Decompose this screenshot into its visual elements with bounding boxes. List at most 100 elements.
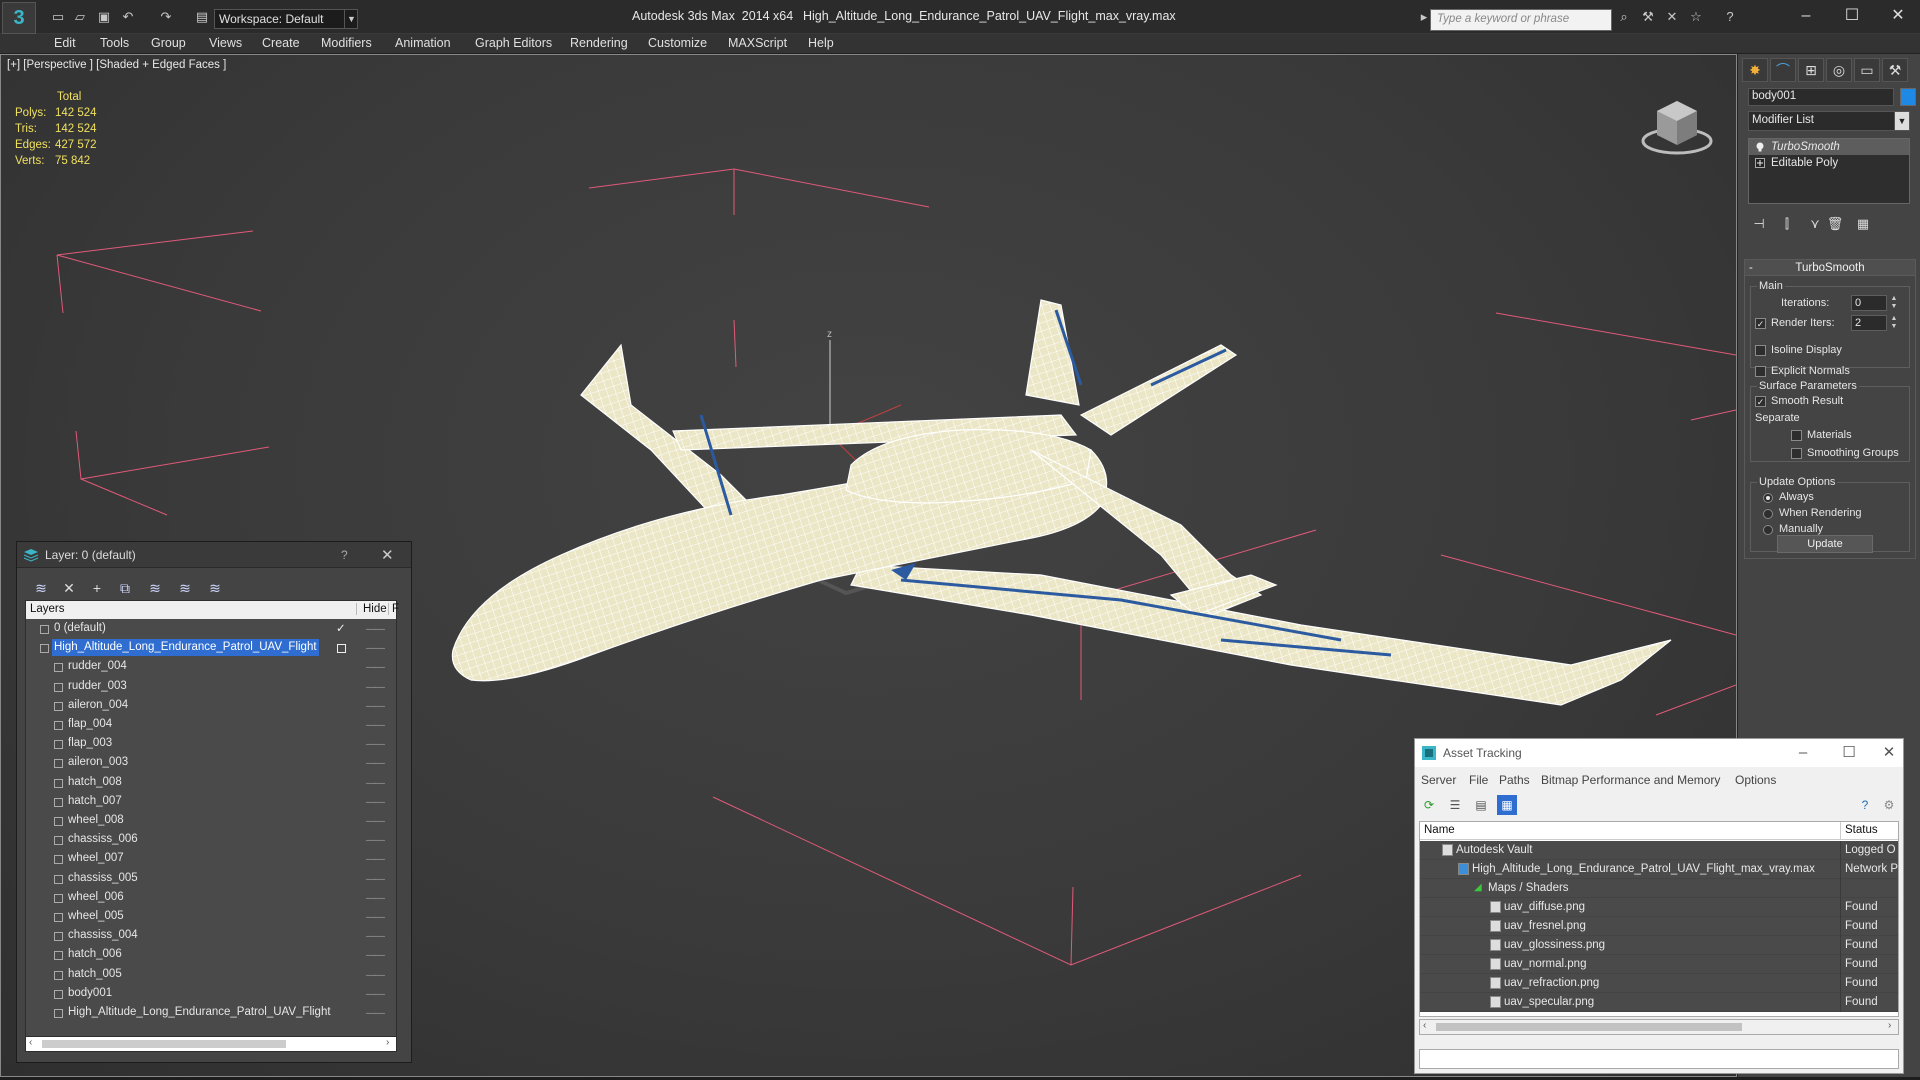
configure-modifier-sets-icon[interactable]: ▦ xyxy=(1852,214,1874,234)
layer-row[interactable]: flap_003 —— xyxy=(26,735,396,754)
help-icon[interactable]: ? xyxy=(341,548,348,562)
menu-views[interactable]: Views xyxy=(209,36,242,50)
hide-toggle-icon[interactable]: —— xyxy=(366,889,385,908)
horizontal-scrollbar[interactable]: ‹ › xyxy=(25,1036,397,1052)
menu-animation[interactable]: Animation xyxy=(395,36,451,50)
hide-toggle-icon[interactable]: —— xyxy=(366,754,385,773)
remove-modifier-icon[interactable]: 🗑 xyxy=(1824,214,1846,234)
at-menu-bitmap-performance[interactable]: Bitmap Performance and Memory xyxy=(1541,773,1720,787)
hide-toggle-icon[interactable]: —— xyxy=(366,831,385,850)
asset-row[interactable]: uav_fresnel.png Found xyxy=(1420,917,1898,936)
menu-graph-editors[interactable]: Graph Editors xyxy=(475,36,552,50)
asset-row[interactable]: uav_diffuse.png Found xyxy=(1420,898,1898,917)
layer-row[interactable]: hatch_008 —— xyxy=(26,774,396,793)
always-radio[interactable] xyxy=(1763,493,1773,503)
freeze-all-layers-icon[interactable]: ≋ xyxy=(205,578,225,598)
viewport-label[interactable]: [+] [Perspective ] [Shaded + Edged Faces… xyxy=(7,59,226,71)
layer-row[interactable]: wheel_005 —— xyxy=(26,908,396,927)
render-iters-spinner[interactable]: 2 xyxy=(1851,315,1887,331)
layer-row[interactable]: chassiss_004 —— xyxy=(26,927,396,946)
at-menu-options[interactable]: Options xyxy=(1735,773,1776,787)
menu-rendering[interactable]: Rendering xyxy=(570,36,628,50)
close-icon[interactable]: ✕ xyxy=(381,546,394,564)
stack-item-turbosmooth[interactable]: TurboSmooth xyxy=(1749,139,1909,155)
menu-help[interactable]: Help xyxy=(808,36,834,50)
hide-toggle-icon[interactable]: —— xyxy=(366,985,385,1004)
col-name[interactable]: Name xyxy=(1424,824,1455,836)
help-icon[interactable]: ? xyxy=(1855,795,1875,815)
utilities-tab-icon[interactable]: ⚒ xyxy=(1882,58,1908,82)
hide-toggle-icon[interactable]: —— xyxy=(366,678,385,697)
maximize-button[interactable]: ☐ xyxy=(1835,743,1863,763)
layer-row[interactable]: hatch_005 —— xyxy=(26,966,396,985)
hide-toggle-icon[interactable]: —— xyxy=(366,966,385,985)
layer-row[interactable]: rudder_004 —— xyxy=(26,658,396,677)
search-input[interactable]: Type a keyword or phrase xyxy=(1430,9,1612,31)
layer-row[interactable]: body001 —— xyxy=(26,985,396,1004)
asset-row[interactable]: uav_glossiness.png Found xyxy=(1420,936,1898,955)
new-file-icon[interactable]: ▭ xyxy=(50,9,66,25)
asset-row[interactable]: High_Altitude_Long_Endurance_Patrol_UAV_… xyxy=(1420,860,1898,879)
chevron-down-icon[interactable]: ▼ xyxy=(344,9,358,29)
object-name-field[interactable]: body001 xyxy=(1748,88,1894,106)
current-layer-check-icon[interactable]: ✓ xyxy=(336,620,346,639)
modify-tab-icon[interactable]: ⌒ xyxy=(1770,58,1796,82)
workspace-dropdown[interactable]: Workspace: Default xyxy=(214,9,358,29)
add-to-layer-icon[interactable]: + xyxy=(87,578,107,598)
asset-row[interactable]: uav_refraction.png Found xyxy=(1420,974,1898,993)
hide-toggle-icon[interactable]: —— xyxy=(366,927,385,946)
menu-tools[interactable]: Tools xyxy=(100,36,129,50)
hide-toggle-icon[interactable]: —— xyxy=(366,793,385,812)
minimize-button[interactable]: – xyxy=(1786,4,1826,28)
close-button[interactable]: ✕ xyxy=(1878,4,1918,28)
scroll-thumb[interactable] xyxy=(1436,1023,1742,1031)
smooth-result-checkbox[interactable]: ✓ xyxy=(1755,396,1766,407)
motion-tab-icon[interactable]: ◎ xyxy=(1826,58,1852,82)
layer-row[interactable]: flap_004 —— xyxy=(26,716,396,735)
menu-edit[interactable]: Edit xyxy=(54,36,76,50)
scroll-thumb[interactable] xyxy=(42,1040,286,1048)
pin-stack-icon[interactable]: ⊣ xyxy=(1748,214,1770,234)
show-end-result-icon[interactable]: ⫿ xyxy=(1776,214,1798,234)
hide-toggle-icon[interactable]: —— xyxy=(366,639,385,658)
col-freeze[interactable]: F xyxy=(388,603,399,615)
hide-toggle-icon[interactable]: —— xyxy=(366,870,385,889)
hide-toggle-icon[interactable]: —— xyxy=(366,908,385,927)
iterations-spinner[interactable]: 0 xyxy=(1851,295,1887,311)
rollout-header[interactable]: - TurboSmooth xyxy=(1745,260,1915,276)
scroll-left-icon[interactable]: ‹ xyxy=(1423,1020,1426,1031)
table-view-icon[interactable]: ▦ xyxy=(1497,795,1517,815)
layer-row[interactable]: 0 (default) ✓ —— xyxy=(26,620,396,639)
menu-modifiers[interactable]: Modifiers xyxy=(321,36,372,50)
delete-layer-icon[interactable]: ✕ xyxy=(59,578,79,598)
hide-toggle-icon[interactable]: —— xyxy=(366,850,385,869)
expand-plus-icon[interactable] xyxy=(1755,158,1765,168)
modifier-list-dropdown[interactable]: Modifier List xyxy=(1748,111,1910,131)
hide-toggle-icon[interactable]: —— xyxy=(366,812,385,831)
save-file-icon[interactable]: ▣ xyxy=(96,9,112,25)
open-file-icon[interactable]: ▱ xyxy=(72,9,88,25)
at-menu-server[interactable]: Server xyxy=(1421,773,1456,787)
binoculars-icon[interactable]: ⌕ xyxy=(1616,9,1632,25)
help-icon[interactable]: ? xyxy=(1722,9,1738,25)
layer-row[interactable]: rudder_003 —— xyxy=(26,678,396,697)
hide-toggle-icon[interactable]: —— xyxy=(366,620,385,639)
at-menu-file[interactable]: File xyxy=(1469,773,1488,787)
menu-group[interactable]: Group xyxy=(151,36,186,50)
asset-row[interactable]: uav_specular.png Found xyxy=(1420,993,1898,1012)
layer-row[interactable]: chassiss_005 —— xyxy=(26,870,396,889)
minimize-button[interactable]: – xyxy=(1789,743,1817,763)
layer-row[interactable]: chassiss_006 —— xyxy=(26,831,396,850)
col-status[interactable]: Status xyxy=(1840,822,1882,840)
layer-row[interactable]: wheel_007 —— xyxy=(26,850,396,869)
asset-row[interactable]: ◢ Maps / Shaders xyxy=(1420,879,1898,898)
layer-row[interactable]: hatch_007 —— xyxy=(26,793,396,812)
col-layers[interactable]: Layers xyxy=(30,603,65,615)
redo-icon[interactable]: ↷ xyxy=(158,9,174,25)
asset-tracking-title-bar[interactable]: Asset Tracking – ☐ ✕ xyxy=(1415,739,1903,767)
menu-create[interactable]: Create xyxy=(262,36,300,50)
select-objects-in-layer-icon[interactable]: ⧉ xyxy=(115,578,135,598)
hierarchy-tab-icon[interactable]: ⊞ xyxy=(1798,58,1824,82)
col-hide[interactable]: Hide xyxy=(356,603,387,615)
display-tab-icon[interactable]: ▭ xyxy=(1854,58,1880,82)
